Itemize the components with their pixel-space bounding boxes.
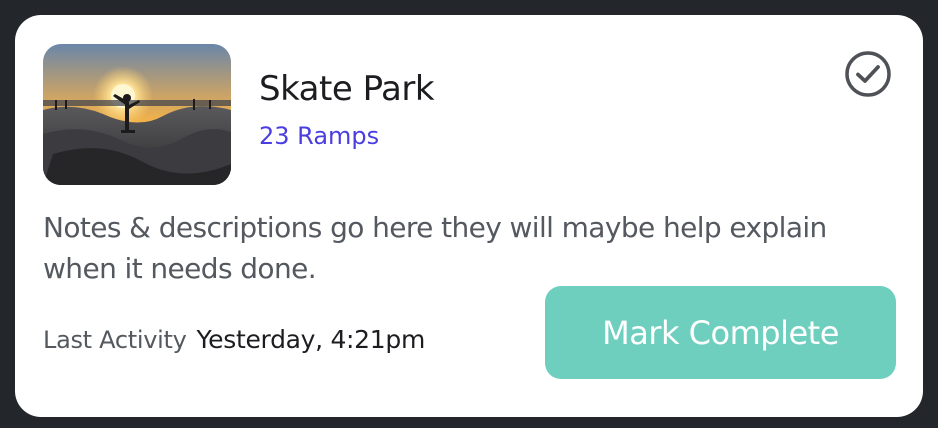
last-activity-label: Last Activity (43, 326, 187, 354)
task-card: Skate Park 23 Ramps Notes & descriptions… (15, 15, 923, 417)
last-activity-value: Yesterday, 4:21pm (196, 325, 426, 354)
last-activity: Last Activity Yesterday, 4:21pm (43, 325, 425, 354)
card-title: Skate Park (259, 69, 435, 109)
task-notes: Notes & descriptions go here they will m… (43, 211, 827, 285)
mark-complete-button[interactable]: Mark Complete (545, 286, 896, 379)
skate-park-photo (43, 44, 231, 185)
check-circle-icon[interactable] (843, 49, 893, 99)
ramp-count: 23 Ramps (259, 122, 380, 150)
